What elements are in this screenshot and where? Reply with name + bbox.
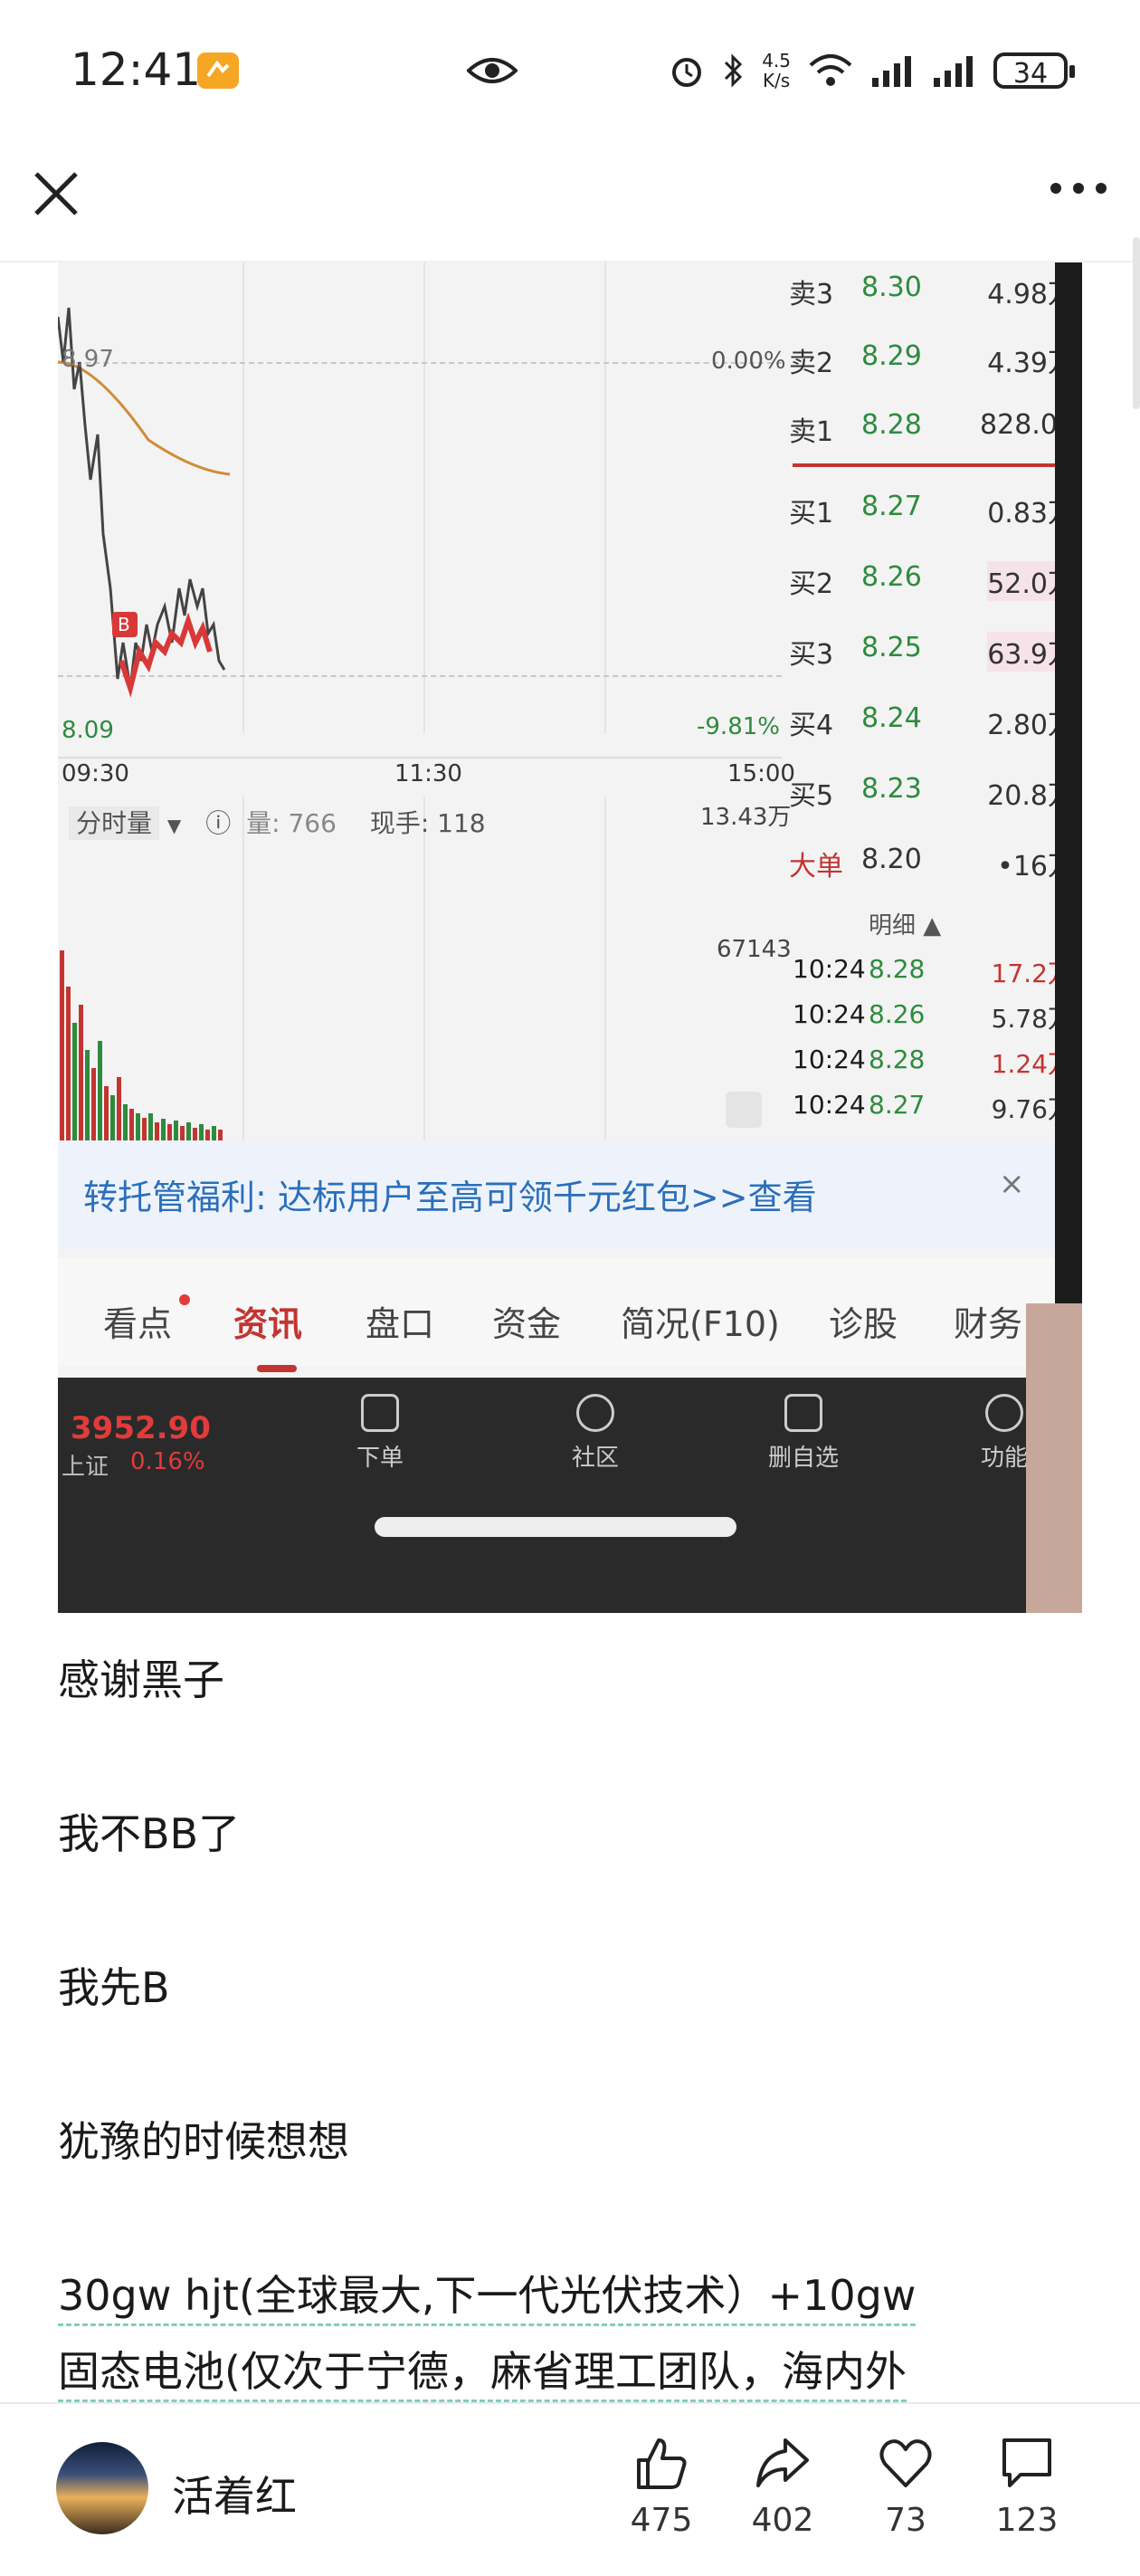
price-top-label: 8.97 <box>62 346 114 373</box>
trade-detail-row: 10:24 8.26 5.78万 <box>793 999 1060 1034</box>
big-order-row: 大单8.20•16万 <box>789 844 1060 883</box>
volume-header: 分时量 ▼ ⓘ 量: 766 现手: 118 <box>69 804 486 840</box>
volume-bars <box>60 950 223 1140</box>
post-line: 我不BB了 <box>58 1809 241 1858</box>
order-book: 卖38.304.98万 卖28.294.39万 卖18.28828.00 买18… <box>782 262 1060 1140</box>
vol-max-label: 13.43万 <box>700 804 792 831</box>
comment-count: 123 <box>995 2502 1059 2539</box>
index-change: 0.16% <box>130 1448 205 1475</box>
tab-overview[interactable]: 简况(F10) <box>621 1296 780 1346</box>
chevron-down-icon: ▼ <box>166 815 182 836</box>
bid-row: 买38.2563.9万 <box>789 623 1060 673</box>
post-line: 我先B <box>58 1963 170 2012</box>
signal-icon <box>872 56 911 87</box>
ask-row: 卖28.294.39万 <box>789 340 1060 379</box>
phone-screen: B 8.97 8.09 0.00% -9.81% 09:30 11:30 15:… <box>58 262 1060 1613</box>
signal-icon-2 <box>934 56 973 87</box>
minus-icon <box>784 1394 822 1432</box>
post-line-link[interactable]: 30gw hjt(全球最大,下一代光伏技术）+10gw <box>58 2263 917 2326</box>
username[interactable]: 活着红 <box>172 2464 297 2524</box>
trade-detail-row: 10:24 8.27 9.76万 <box>793 1090 1060 1124</box>
thumbs-up-icon <box>637 2438 687 2489</box>
svg-text:B: B <box>118 614 130 635</box>
ask-row: 卖38.304.98万 <box>789 272 1060 310</box>
tab-kandian[interactable]: 看点 <box>103 1296 172 1346</box>
community-icon <box>576 1394 614 1432</box>
bid-row: 买18.270.83万 <box>789 491 1060 530</box>
close-button[interactable] <box>33 170 80 217</box>
network-speed: 4.5 K/s <box>762 50 791 91</box>
share-button[interactable]: 402 <box>733 2435 832 2539</box>
avatar[interactable] <box>56 2442 148 2534</box>
tab-finance[interactable]: 财务 <box>954 1296 1022 1346</box>
time-start-label: 09:30 <box>62 760 129 787</box>
comment-button[interactable]: 123 <box>977 2435 1077 2539</box>
vol-mid-label: 67143 <box>717 936 792 963</box>
battery-icon: 34 <box>993 52 1075 90</box>
app-notification-icon <box>197 52 239 89</box>
trade-detail-row: 10:24 8.28 17.2万 <box>793 954 1060 988</box>
community-button[interactable]: 社区 <box>541 1394 650 1473</box>
post-line-link[interactable]: 固态电池(仅次于宁德，麻省理工团队，海内外 <box>58 2339 907 2402</box>
price-line: B <box>58 307 231 698</box>
alarm-icon <box>672 58 702 87</box>
tab-news[interactable]: 资讯 <box>233 1296 302 1346</box>
current-hand-label: 现手: 118 <box>369 808 486 838</box>
close-icon <box>34 172 78 215</box>
like-count: 475 <box>630 2502 693 2539</box>
ask-row: 卖18.28828.00 <box>789 409 1060 448</box>
heart-icon <box>879 2439 932 2487</box>
tab-diagnosis[interactable]: 诊股 <box>829 1296 898 1346</box>
like-button[interactable]: 475 <box>612 2435 711 2539</box>
favorite-button[interactable]: 73 <box>856 2435 955 2539</box>
spread-divider <box>793 463 1060 467</box>
bid-row: 买28.2652.0万 <box>789 552 1060 603</box>
more-button[interactable] <box>1050 181 1107 208</box>
index-name: 上证 <box>62 1454 109 1481</box>
promo-close-icon[interactable]: × <box>999 1166 1025 1202</box>
menu-icon <box>985 1394 1023 1432</box>
more-icon <box>1050 183 1107 194</box>
eye-icon <box>466 51 518 94</box>
scroll-indicator[interactable] <box>1133 237 1140 409</box>
status-bar: 12:41 4.5 K/s 34 <box>0 0 1140 136</box>
volume-selector[interactable]: 分时量 <box>69 806 160 840</box>
tab-notification-dot <box>179 1294 190 1305</box>
fullscreen-icon[interactable] <box>726 1092 762 1128</box>
post-image[interactable]: B 8.97 8.09 0.00% -9.81% 09:30 11:30 15:… <box>58 262 1082 1613</box>
help-icon[interactable]: ⓘ <box>205 808 231 838</box>
comment-icon <box>1002 2438 1051 2487</box>
intraday-chart: B 8.97 8.09 0.00% -9.81% 09:30 11:30 15:… <box>58 262 795 787</box>
bluetooth-icon <box>725 53 743 88</box>
trade-detail-row: 10:24 8.28 1.24万 <box>793 1045 1060 1079</box>
tab-funds[interactable]: 资金 <box>492 1296 561 1346</box>
remove-watchlist-button[interactable]: 删自选 <box>749 1394 858 1473</box>
share-count: 402 <box>751 2502 814 2539</box>
post-footer <box>0 2402 1140 2576</box>
pct-bottom-label: -9.81% <box>697 713 780 740</box>
share-icon <box>756 2438 809 2487</box>
wifi-icon <box>809 54 852 86</box>
tab-pankou[interactable]: 盘口 <box>366 1296 434 1346</box>
time-mid-label: 11:30 <box>394 760 462 787</box>
status-icons: 4.5 K/s 34 <box>668 45 1075 96</box>
index-value[interactable]: 3952.90 <box>71 1410 211 1446</box>
volume-label: 量: 766 <box>246 808 337 838</box>
price-bottom-label: 8.09 <box>62 717 114 744</box>
bid-row: 买58.2320.8万 <box>789 773 1060 812</box>
bid-row: 买48.242.80万 <box>789 702 1060 741</box>
order-button[interactable]: 下单 <box>326 1394 434 1473</box>
promo-text[interactable]: 转托管福利: 达标用户至高可领千元红包>>查看 <box>83 1169 817 1219</box>
tab-underline <box>257 1365 297 1372</box>
post-line: 犹豫的时候想想 <box>58 2117 349 2166</box>
status-time: 12:41 <box>71 43 202 96</box>
hand <box>1026 1303 1082 1613</box>
favorite-count: 73 <box>885 2502 926 2539</box>
document-icon <box>361 1394 399 1432</box>
home-indicator <box>375 1517 736 1537</box>
post-line: 感谢黑子 <box>58 1655 224 1704</box>
detail-header[interactable]: 明细 ▲ <box>869 907 941 940</box>
pct-top-label: 0.00% <box>711 348 786 375</box>
